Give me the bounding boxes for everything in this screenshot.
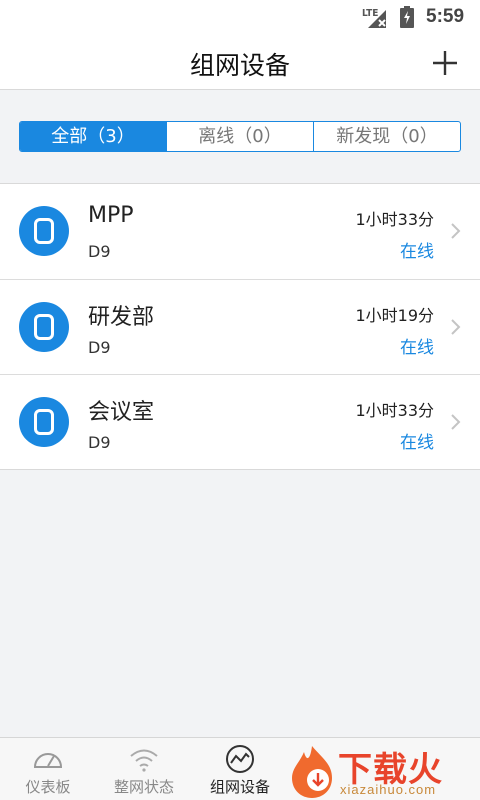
device-model: D9 — [88, 338, 111, 357]
gauge-icon — [33, 753, 63, 768]
header: 组网设备 — [0, 36, 480, 90]
status-bar: LTE 5:59 — [0, 0, 480, 36]
tab-offline[interactable]: 离线（0） — [167, 122, 314, 151]
nav-label: 仪表板 — [25, 778, 71, 796]
watermark-domain: xiazaihuo.com — [340, 782, 437, 797]
router-icon — [19, 206, 69, 256]
flame-logo-icon — [292, 746, 332, 798]
tab-new-found[interactable]: 新发现（0） — [314, 122, 460, 151]
battery-icon — [400, 6, 414, 28]
router-icon — [19, 397, 69, 447]
device-row[interactable]: MPP D9 1小时33分 在线 — [0, 184, 480, 279]
device-status: 在线 — [400, 338, 434, 358]
network-chart-icon — [226, 745, 254, 773]
device-model: D9 — [88, 433, 111, 452]
tab-all[interactable]: 全部（3） — [20, 122, 167, 151]
device-model: D9 — [88, 242, 111, 261]
nav-label: 组网设备 — [209, 778, 270, 796]
device-status: 在线 — [400, 242, 434, 262]
device-uptime: 1小时19分 — [355, 306, 434, 325]
device-row[interactable]: 研发部 D9 1小时19分 在线 — [0, 279, 480, 374]
chevron-right-icon — [451, 319, 461, 335]
nav-dashboard[interactable]: 仪表板 — [0, 738, 96, 800]
nav-network-status[interactable]: 整网状态 — [96, 738, 192, 800]
device-uptime: 1小时33分 — [355, 210, 434, 229]
nav-label: 整网状态 — [113, 778, 174, 796]
device-name: 会议室 — [88, 400, 155, 425]
page-title: 组网设备 — [189, 51, 290, 80]
router-icon — [19, 302, 69, 352]
signal-icon — [368, 10, 386, 28]
device-row[interactable]: 会议室 D9 1小时33分 在线 — [0, 374, 480, 469]
filter-tabs: 全部（3） 离线（0） 新发现（0） — [19, 121, 461, 152]
chevron-right-icon — [451, 223, 461, 239]
wifi-icon — [130, 749, 158, 772]
clock: 5:59 — [426, 6, 465, 27]
device-name: MPP — [88, 203, 134, 228]
device-status: 在线 — [400, 433, 434, 453]
device-list: MPP D9 1小时33分 在线 研发部 D9 1小时19分 在线 会议室 D9… — [0, 183, 480, 470]
plus-icon[interactable] — [430, 48, 460, 78]
nav-networked-devices[interactable]: 组网设备 — [192, 738, 288, 800]
device-name: 研发部 — [88, 305, 155, 330]
device-uptime: 1小时33分 — [355, 401, 434, 420]
watermark: 下载火 xiazaihuo.com — [282, 740, 480, 800]
chevron-right-icon — [451, 414, 461, 430]
